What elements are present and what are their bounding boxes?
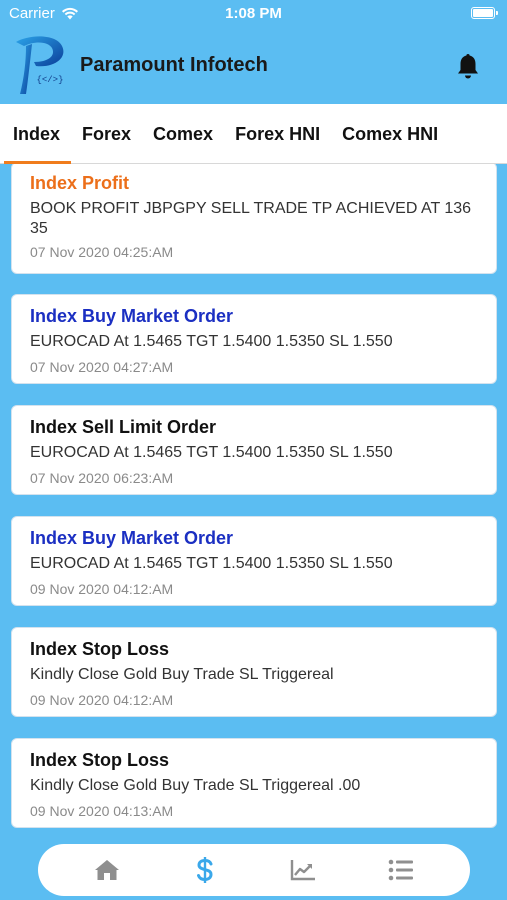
message-time: 07 Nov 2020 06:23:AM (30, 470, 174, 486)
app-header: {</>} Paramount Infotech (0, 28, 507, 104)
message-text: EUROCAD At 1.5465 TGT 1.5400 1.5350 SL 1… (30, 555, 393, 572)
category-tabs: Index Forex Comex Forex HNI Comex HNI (0, 104, 507, 164)
list-icon (388, 859, 413, 881)
message-card[interactable]: Index Stop Loss Kindly Close Gold Buy Tr… (11, 738, 497, 828)
message-list[interactable]: Index Profit BOOK PROFIT JBPGPY SELL TRA… (0, 164, 507, 834)
dollar-icon (197, 857, 213, 883)
message-card[interactable]: Index Buy Market Order EUROCAD At 1.5465… (11, 294, 497, 384)
tab-forex[interactable]: Forex (71, 104, 142, 164)
app-logo: {</>} (16, 36, 64, 94)
message-title: Index Stop Loss (30, 750, 170, 770)
message-title: Index Stop Loss (30, 639, 170, 659)
message-time: 09 Nov 2020 04:12:AM (30, 581, 174, 597)
nav-home[interactable] (87, 850, 127, 890)
message-card[interactable]: Index Profit BOOK PROFIT JBPGPY SELL TRA… (11, 164, 497, 274)
message-text: Kindly Close Gold Buy Trade SL Triggerea… (30, 666, 334, 683)
tab-forex-hni[interactable]: Forex HNI (224, 104, 331, 164)
nav-chart[interactable] (283, 850, 323, 890)
message-time: 07 Nov 2020 04:27:AM (30, 359, 174, 375)
message-text: Kindly Close Gold Buy Trade SL Triggerea… (30, 777, 361, 794)
battery-icon (471, 7, 498, 19)
message-card[interactable]: Index Buy Market Order EUROCAD At 1.5465… (11, 516, 497, 606)
message-time: 09 Nov 2020 04:12:AM (30, 692, 174, 708)
nav-dollar[interactable] (185, 850, 225, 890)
nav-list[interactable] (381, 850, 421, 890)
message-title: Index Sell Limit Order (30, 417, 217, 437)
app-title: Paramount Infotech (80, 54, 268, 76)
logo-text: {</>} (36, 75, 63, 85)
message-text: EUROCAD At 1.5465 TGT 1.5400 1.5350 SL 1… (30, 333, 393, 350)
message-title: Index Profit (30, 173, 130, 193)
tab-comex[interactable]: Comex (142, 104, 224, 164)
bell-icon[interactable] (455, 52, 481, 80)
message-card[interactable]: Index Sell Limit Order EUROCAD At 1.5465… (11, 405, 497, 495)
message-title: Index Buy Market Order (30, 528, 234, 548)
message-card[interactable]: Index Stop Loss Kindly Close Gold Buy Tr… (11, 627, 497, 717)
clock: 1:08 PM (225, 5, 282, 22)
message-time: 09 Nov 2020 04:13:AM (30, 803, 174, 819)
bottom-nav (38, 844, 470, 896)
tab-comex-hni[interactable]: Comex HNI (331, 104, 449, 164)
message-text: EUROCAD At 1.5465 TGT 1.5400 1.5350 SL 1… (30, 444, 393, 461)
status-bar: Carrier 1:08 PM (0, 0, 507, 28)
tab-index[interactable]: Index (0, 104, 72, 164)
home-icon (95, 860, 119, 880)
chart-icon (290, 860, 315, 881)
message-time: 07 Nov 2020 04:25:AM (30, 244, 174, 260)
message-text: BOOK PROFIT JBPGPY SELL TRADE TP ACHIEVE… (30, 200, 472, 237)
message-title: Index Buy Market Order (30, 306, 234, 326)
